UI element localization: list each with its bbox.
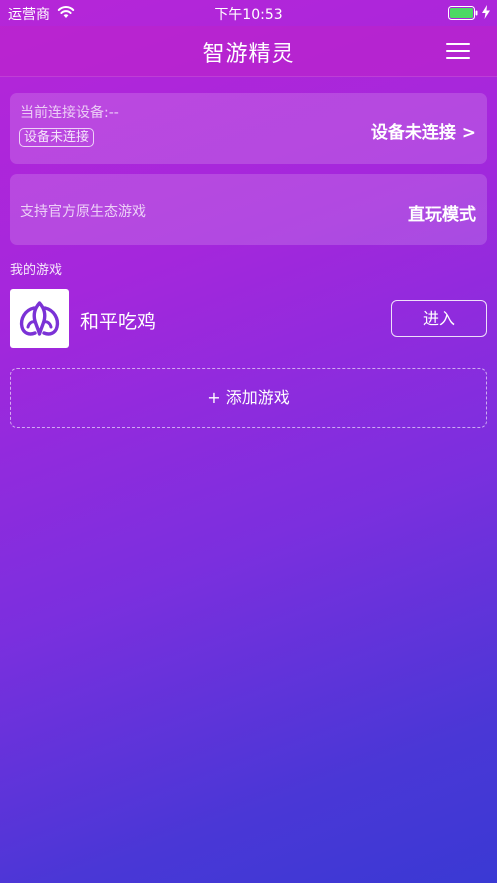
- list-item: 和平吃鸡 进入: [10, 289, 487, 349]
- device-label: 当前连接设备:--: [20, 105, 119, 121]
- add-game-button[interactable]: + 添加游戏: [10, 368, 487, 428]
- game-name: 和平吃鸡: [80, 311, 157, 333]
- my-games-title: 我的游戏: [10, 263, 63, 278]
- enter-game-button[interactable]: 进入: [391, 300, 487, 337]
- device-connection-card[interactable]: 当前连接设备:-- 设备未连接 设备未连接 >: [10, 93, 487, 164]
- play-mode-card[interactable]: 支持官方原生态游戏 直玩模式: [10, 174, 487, 245]
- game-logo-icon[interactable]: [10, 289, 69, 348]
- status-bar: 运营商 下午10:53: [0, 0, 497, 26]
- nav-bar: 智游精灵: [0, 26, 497, 77]
- battery-icon: [448, 6, 478, 24]
- direct-play-mode-button[interactable]: 直玩模式: [408, 200, 476, 225]
- page-title: 智游精灵: [202, 42, 295, 67]
- status-time: 下午10:53: [214, 7, 283, 23]
- status-badge: 设备未连接: [19, 128, 95, 147]
- charging-bolt-icon: [482, 5, 490, 23]
- device-connect-link[interactable]: 设备未连接 >: [371, 118, 476, 143]
- mode-description: 支持官方原生态游戏: [20, 204, 146, 220]
- hamburger-menu-icon[interactable]: [446, 42, 472, 60]
